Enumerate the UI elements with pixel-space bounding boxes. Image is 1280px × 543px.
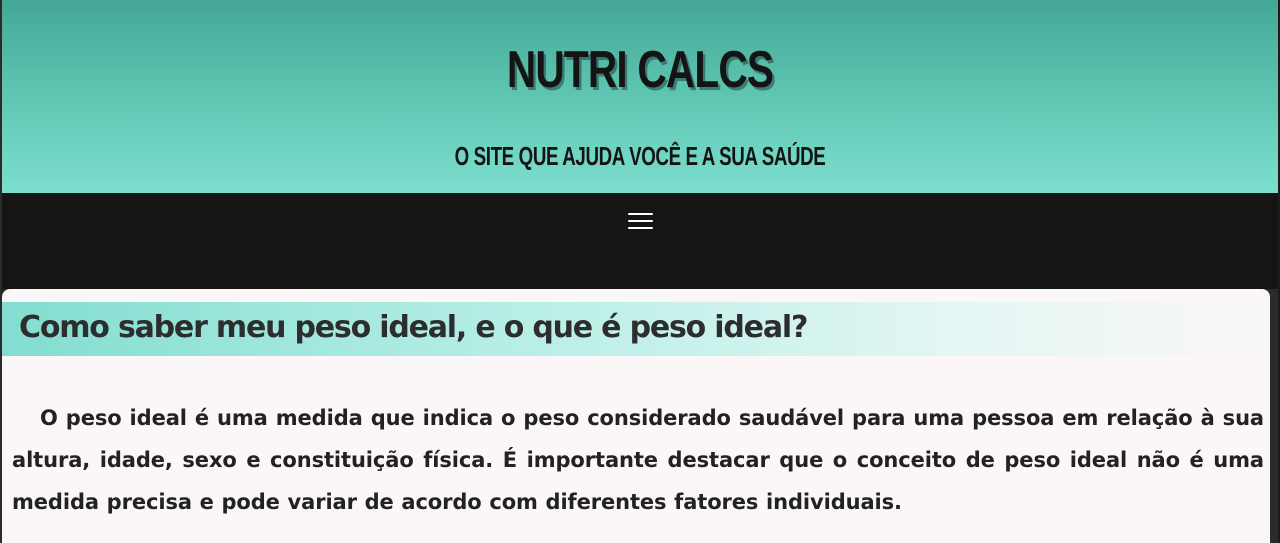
article-content: Como saber meu peso ideal, e o que é pes…	[2, 289, 1270, 543]
section-heading-bar: Como saber meu peso ideal, e o que é pes…	[2, 302, 1270, 356]
navigation-bar	[2, 193, 1278, 289]
site-title[interactable]: NUTRI CALCS	[142, 40, 1137, 100]
site-header: NUTRI CALCS O SITE QUE AJUDA VOCÊ E A SU…	[2, 0, 1278, 193]
article-heading: Como saber meu peso ideal, e o que é pes…	[19, 310, 808, 345]
site-subtitle: O SITE QUE AJUDA VOCÊ E A SUA SAÚDE	[454, 141, 826, 171]
article-paragraph: O peso ideal é uma medida que indica o p…	[12, 406, 1264, 514]
page: NUTRI CALCS O SITE QUE AJUDA VOCÊ E A SU…	[0, 0, 1280, 543]
hamburger-menu-icon[interactable]	[622, 209, 658, 235]
